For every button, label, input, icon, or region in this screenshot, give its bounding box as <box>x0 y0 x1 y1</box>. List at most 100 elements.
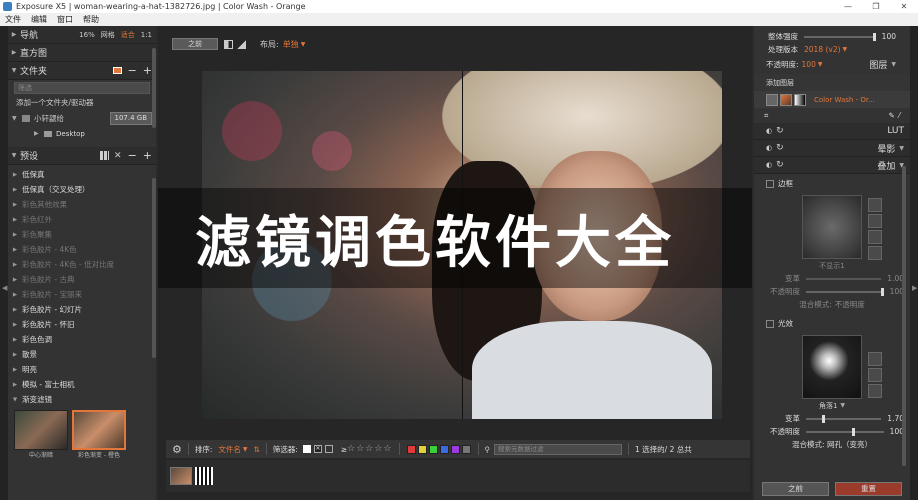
color-swatch[interactable] <box>406 444 416 454</box>
histogram-section[interactable]: ▶ 直方图 <box>8 44 156 62</box>
slider-knob[interactable] <box>821 414 825 423</box>
border-default[interactable]: 不显示1 <box>819 261 844 271</box>
overall-slider[interactable] <box>804 32 877 41</box>
folder-search-input[interactable]: 筛选 <box>14 82 150 94</box>
color-swatch[interactable] <box>417 444 427 454</box>
overlay-section[interactable]: ◐ ↻ 叠加 ▼ <box>754 157 910 174</box>
layer-visibility-icon[interactable] <box>766 93 778 106</box>
split-view-icon[interactable] <box>224 39 233 49</box>
presets-section[interactable]: ▼ 预设 ✕ − + <box>8 147 156 165</box>
flag-none-icon[interactable] <box>324 445 333 453</box>
preset-thumb-1[interactable]: 中心渐暗 <box>14 410 68 459</box>
folders-scrollbar[interactable] <box>152 48 156 128</box>
left-collapse-handle[interactable]: ◀ <box>0 26 8 500</box>
diagonal-split-icon[interactable] <box>237 39 246 49</box>
slider-knob[interactable] <box>881 287 885 296</box>
color-swatch[interactable] <box>439 444 449 454</box>
sort-dropdown[interactable]: 文件名 <box>218 444 241 455</box>
light-size-slider[interactable] <box>806 414 882 423</box>
preset-item[interactable]: ▶ 彩色聚集 <box>8 227 156 242</box>
folder-icon[interactable] <box>112 67 122 74</box>
color-swatch[interactable] <box>461 444 471 454</box>
preset-item[interactable]: ▶ 低保真（交叉处理） <box>8 182 156 197</box>
filmstrip-thumb[interactable] <box>170 467 192 485</box>
filmstrip-thumb[interactable] <box>195 467 213 485</box>
border-rotate-button[interactable] <box>868 214 882 228</box>
one-to-one-button[interactable]: 1:1 <box>141 31 152 39</box>
light-flip-button[interactable] <box>868 384 882 398</box>
lut-section[interactable]: ◐ ↻ LUT <box>754 123 910 140</box>
border-random-button[interactable] <box>868 246 882 260</box>
zoom-pct[interactable]: 16% <box>79 31 95 39</box>
preset-item[interactable]: ▶ 彩色胶片 - 4K色 <box>8 242 156 257</box>
border-remove-button[interactable] <box>868 198 882 212</box>
preset-item[interactable]: ▶ 模拟 - 富士相机 <box>8 377 156 392</box>
flag-reject-icon[interactable]: ✕ <box>313 445 322 453</box>
star-rating[interactable]: ☆☆☆☆☆ <box>347 444 392 454</box>
eyedropper-icon[interactable]: ⁄ <box>899 111 900 120</box>
fit-button[interactable]: 适合 <box>121 30 135 40</box>
desktop-folder[interactable]: ▶ Desktop <box>34 128 156 139</box>
overall-value[interactable]: 100 <box>882 32 896 41</box>
brush-icon[interactable]: ✎ <box>888 111 894 120</box>
before-button[interactable]: 之前 <box>762 482 829 496</box>
add-folder-link[interactable]: 添加一个文件夹/驱动器 <box>8 96 156 109</box>
preset-thumb-2[interactable]: 彩色渐变 - 橙色 <box>72 410 126 459</box>
preset-item[interactable]: ▶ 彩色胶片 - 古典 <box>8 272 156 287</box>
reset-icon[interactable]: ↻ <box>776 126 784 136</box>
preset-item[interactable]: ▶ 彩色胶片 - 怀旧 <box>8 317 156 332</box>
plus-icon[interactable]: + <box>143 149 152 162</box>
drive-row[interactable]: ▼ 小轩勰给 107.4 GB <box>12 112 152 125</box>
border-checkbox[interactable] <box>766 179 774 188</box>
preset-item[interactable]: ▶ 低保真 <box>8 167 156 182</box>
nav-section[interactable]: ▶ 导航 16% 网格 适合 1:1 <box>8 26 156 44</box>
light-blend-dropdown[interactable]: 混合模式: 网孔（变亮） <box>792 439 872 450</box>
toggle-icon[interactable]: ◐ <box>766 127 772 135</box>
minimize-button[interactable]: — <box>834 0 862 13</box>
before-button[interactable]: 之前 <box>172 38 218 50</box>
close-button[interactable]: ✕ <box>890 0 918 13</box>
plus-icon[interactable]: + <box>143 64 152 77</box>
slider-knob[interactable] <box>851 427 855 436</box>
color-swatch[interactable] <box>428 444 438 454</box>
border-size-slider[interactable] <box>806 277 882 280</box>
preset-item[interactable]: ▶ 彩色其他效果 <box>8 197 156 212</box>
slider-knob[interactable] <box>873 32 877 41</box>
preset-item[interactable]: ▶ 彩色胶片 - 幻灯片 <box>8 302 156 317</box>
reset-button[interactable]: 重置 <box>835 482 902 496</box>
collapse-icon[interactable]: ✕ <box>114 151 122 161</box>
toggle-icon[interactable]: ◐ <box>766 161 772 169</box>
sort-direction-icon[interactable]: ⇅ <box>254 445 260 454</box>
gear-icon[interactable]: ⚙ <box>172 443 182 456</box>
folders-section[interactable]: ▼ 文件夹 − + <box>8 62 156 80</box>
opacity-dropdown[interactable]: 100 <box>802 60 816 69</box>
reset-icon[interactable]: ↻ <box>776 143 784 153</box>
border-preview[interactable] <box>802 195 862 259</box>
menu-help[interactable]: 帮助 <box>78 14 104 25</box>
grid-button[interactable]: 网格 <box>101 30 115 40</box>
version-dropdown[interactable]: 2018 (v2) <box>804 45 841 54</box>
flag-white-icon[interactable] <box>302 445 311 453</box>
metadata-search-input[interactable]: 搜索元数据过滤 <box>494 443 622 455</box>
light-opacity-slider[interactable] <box>806 427 884 436</box>
preset-item[interactable]: ▼ 渐变滤镜 <box>8 392 156 407</box>
layout-dropdown[interactable]: 单独 <box>283 39 299 50</box>
preset-item[interactable]: ▶ 彩色胶片 - 宝丽来 <box>8 287 156 302</box>
minus-icon[interactable]: − <box>128 149 137 162</box>
toggle-icon[interactable]: ◐ <box>766 144 772 152</box>
right-collapse-handle[interactable]: ▶ <box>910 26 918 500</box>
light-default[interactable]: 角落1 <box>819 401 837 411</box>
layer-row[interactable]: Color Wash - Or... <box>754 91 910 108</box>
menu-edit[interactable]: 编辑 <box>26 14 52 25</box>
light-preview[interactable] <box>802 335 862 399</box>
light-rotate-button[interactable] <box>868 368 882 382</box>
menu-window[interactable]: 窗口 <box>52 14 78 25</box>
preset-item[interactable]: ▶ 散景 <box>8 347 156 362</box>
reset-icon[interactable]: ↻ <box>776 160 784 170</box>
light-remove-button[interactable] <box>868 352 882 366</box>
preset-item[interactable]: ▶ 明亮 <box>8 362 156 377</box>
preset-item[interactable]: ▶ 彩色红外 <box>8 212 156 227</box>
border-opacity-slider[interactable] <box>806 287 885 296</box>
preset-item[interactable]: ▶ 彩色胶片 - 4K色 - 低对比度 <box>8 257 156 272</box>
border-blend-dropdown[interactable]: 不透明度 <box>835 299 865 310</box>
